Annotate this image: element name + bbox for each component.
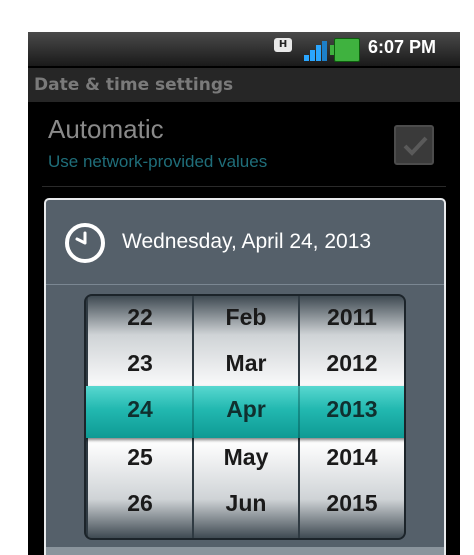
month-item[interactable]: Mar — [194, 350, 298, 377]
dialog-button-bar — [46, 547, 444, 555]
day-item[interactable]: 23 — [88, 350, 192, 377]
date-picker-dialog: Wednesday, April 24, 2013 22 23 25 26 Fe… — [44, 198, 446, 555]
day-item[interactable]: 22 — [88, 304, 192, 331]
year-item[interactable]: 2012 — [300, 350, 404, 377]
selected-month[interactable]: Apr — [194, 396, 298, 423]
clock-icon — [65, 223, 105, 263]
automatic-title[interactable]: Automatic — [48, 114, 164, 145]
selected-year[interactable]: 2013 — [300, 396, 404, 423]
status-time: 6:07 PM — [368, 37, 437, 57]
day-item[interactable]: 26 — [88, 490, 192, 517]
phone-screen: H 6:07 PM Date & time settings Automatic… — [28, 32, 460, 555]
dialog-title: Wednesday, April 24, 2013 — [122, 230, 372, 253]
automatic-subtitle: Use network-provided values — [48, 152, 268, 171]
day-item[interactable]: 25 — [88, 444, 192, 471]
dialog-title-bar: Wednesday, April 24, 2013 — [46, 200, 444, 284]
hsdpa-icon: H — [274, 38, 292, 52]
checkmark-icon — [403, 136, 428, 156]
selected-day[interactable]: 24 — [88, 396, 192, 423]
automatic-checkbox[interactable] — [394, 125, 434, 165]
battery-icon — [330, 38, 360, 62]
month-item[interactable]: Jun — [194, 490, 298, 517]
divider — [42, 186, 446, 187]
selection-bar: 24 Apr 2013 — [86, 386, 404, 438]
month-item[interactable]: May — [194, 444, 298, 471]
settings-header: Date & time settings — [28, 68, 460, 102]
year-item[interactable]: 2014 — [300, 444, 404, 471]
dialog-divider — [46, 284, 444, 285]
year-item[interactable]: 2011 — [300, 304, 404, 331]
month-item[interactable]: Feb — [194, 304, 298, 331]
signal-icon — [300, 39, 327, 61]
status-bar: H 6:07 PM — [28, 32, 460, 66]
date-picker[interactable]: 22 23 25 26 Feb Mar May Jun 2011 2012 20… — [86, 296, 404, 538]
year-item[interactable]: 2015 — [300, 490, 404, 517]
